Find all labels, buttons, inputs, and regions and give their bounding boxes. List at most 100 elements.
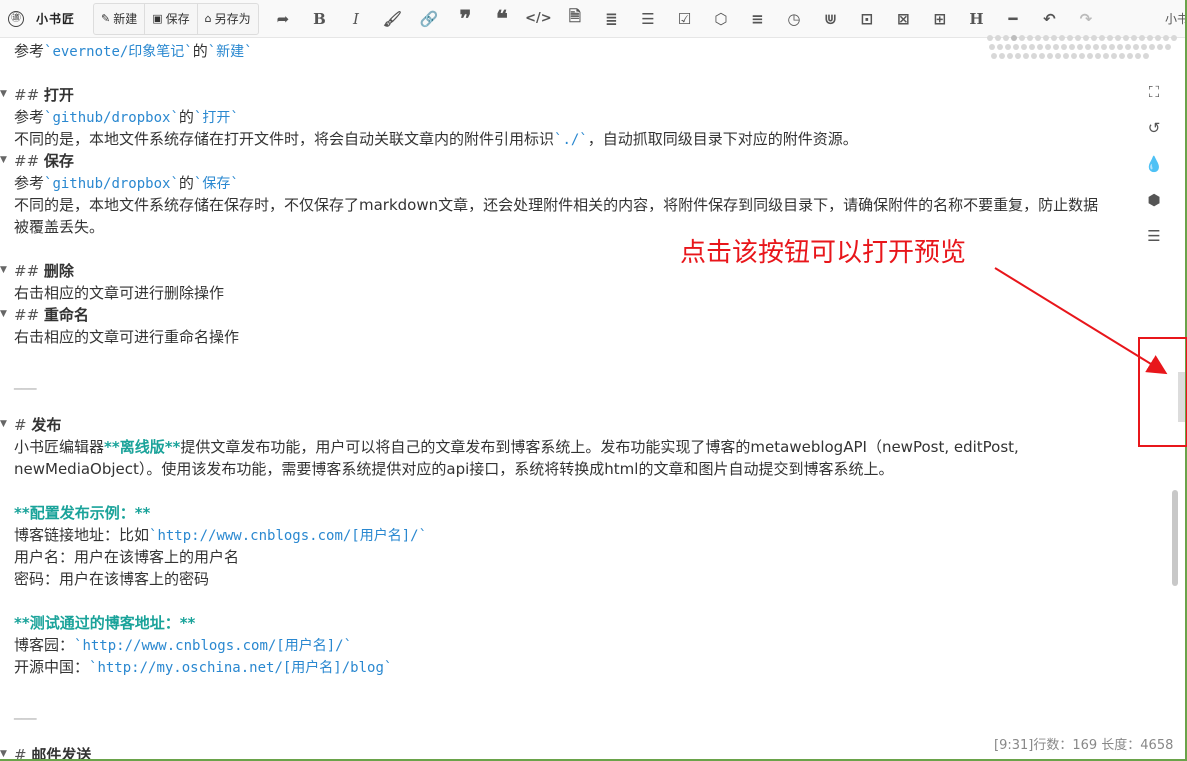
html5-icon[interactable]: ⬡ [703,0,740,38]
undo-icon[interactable]: ↶ [1031,0,1068,38]
history-icon[interactable]: ↺ [1144,110,1164,146]
fold-toggle-icon[interactable]: ▼ [0,89,7,99]
text: 不同的是，本地文件系统存储在打开文件时，将会自动关联文章内的附件引用标识 [14,130,555,148]
quote-right-icon[interactable]: ❞ [447,0,484,38]
text: 右击相应的文章可进行重命名操作 [14,328,240,346]
editor-line: **测试通过的博客地址：** [14,612,195,634]
theme-drop-icon[interactable]: 💧 [1144,146,1164,182]
heading-line: ## 打开 [14,84,74,106]
image-crop-icon[interactable]: ⊠ [885,0,922,38]
heading-line: ## 重命名 [14,304,89,326]
text: 提供文章发布功能，用户可以将自己的文章发布到博客系统上。发布功能实现了博客的me… [180,438,1019,456]
editor-line: 右击相应的文章可进行重命名操作 [14,326,239,348]
inline-code: `新建` [207,44,253,60]
text: 开源中国： [14,658,90,676]
markdown-editor[interactable]: 参考`evernote/印象笔记`的`新建` ▼ ## 打开 参考`github… [0,39,1172,761]
drive-icon: ⌂ [204,12,212,25]
editor-line: 参考`evernote/印象笔记`的`新建` [14,40,253,62]
editor-line: 密码：用户在该博客上的密码 [14,568,209,590]
edit-icon: ✎ [101,12,111,25]
text: 用户名：用户在该博客上的用户名 [14,548,240,566]
cube-icon[interactable]: ⬢ [1144,182,1164,218]
editor-line: 博客园：`http://www.cnblogs.com/[用户名]/` [14,634,352,656]
link-icon[interactable]: 🔗 [411,0,448,38]
heading-text: 删除 [43,262,74,280]
inline-code: `github/dropbox` [44,176,179,192]
bold-text: **离线版** [104,438,181,456]
logo-icon: ㊜ [8,10,24,27]
bold-icon[interactable]: B [301,0,338,38]
heading-line: ## 删除 [14,260,74,282]
new-button[interactable]: ✎ 新建 [94,3,146,34]
heading-text: 发布 [31,416,62,434]
heading-icon[interactable]: H [958,0,995,38]
save-button[interactable]: ▣ 保存 [145,3,198,34]
save-as-button[interactable]: ⌂ 另存为 [198,4,258,34]
inline-code: `保存` [193,176,239,192]
text: 参考 [14,174,45,192]
horizontal-rule: ___ [14,372,37,390]
heading-mark: ## [14,262,40,280]
status-bar: [9:31]行数：169 长度：4658 [994,738,1174,753]
editor-line: 被覆盖丢失。 [14,216,104,238]
magnet-icon[interactable]: ⋓ [812,0,849,38]
editor-line: 不同的是，本地文件系统存储在保存时，不仅保存了markdown文章，还会处理附件… [14,194,1098,216]
file-button-group: ✎ 新建 ▣ 保存 ⌂ 另存为 [93,2,259,35]
fold-toggle-icon[interactable]: ▼ [0,155,7,165]
fullscreen-icon[interactable]: ⛶ [1144,74,1164,110]
user-menu[interactable]: 小书 [1165,10,1187,27]
inline-code: `evernote/印象笔记` [44,44,193,60]
fold-toggle-icon[interactable]: ▼ [0,309,7,319]
editor-line: 开源中国：`http://my.oschina.net/[用户名]/blog` [14,656,392,678]
text: 的 [178,174,194,192]
heading-mark: # [14,416,27,434]
text: 的 [178,108,194,126]
editor-line: 右击相应的文章可进行删除操作 [14,282,224,304]
horizontal-rule-icon[interactable]: ━ [995,0,1032,38]
save-as-label: 另存为 [214,12,251,26]
new-label: 新建 [113,12,138,26]
brush-icon[interactable]: 🖌 [374,0,411,38]
text: 的 [192,42,208,60]
fold-toggle-icon[interactable]: ▼ [0,265,7,275]
table-icon[interactable]: ⊞ [922,0,959,38]
redo-icon[interactable]: ↷ [1068,0,1105,38]
fold-toggle-icon[interactable]: ▼ [0,419,7,429]
format-tools: ➦ B I 🖌 🔗 ❞ ❝ </> 🗎 ≣ ☰ ☑ ⬡ ≡ ◷ ⋓ ⊡ ⊠ ⊞ … [265,0,1105,38]
file-code-icon[interactable]: 🗎 [557,0,594,38]
share-icon[interactable]: ➦ [265,0,302,38]
horizontal-rule: ___ [14,702,37,720]
image-edit-icon[interactable]: ⊡ [849,0,886,38]
inline-code: `打开` [193,110,239,126]
editor-line: 参考`github/dropbox`的`保存` [14,172,239,194]
editor-line: 不同的是，本地文件系统存储在打开文件时，将会自动关联文章内的附件引用标识`./`… [14,128,858,150]
text: 密码：用户在该博客上的密码 [14,570,210,588]
heading-mark: ## [14,306,40,324]
italic-icon[interactable]: I [338,0,375,38]
align-icon[interactable]: ≡ [739,0,776,38]
text: newMediaObject）。使用该发布功能，需要博客系统提供对应的api接口… [14,460,894,478]
text: ，自动抓取同级目录下对应的附件资源。 [587,130,858,148]
ordered-list-icon[interactable]: ≣ [593,0,630,38]
annotation-text: 点击该按钮可以打开预览 [680,238,967,268]
text: 小书匠编辑器 [14,438,105,456]
menu-icon[interactable]: ☰ [1144,218,1164,254]
quote-left-icon[interactable]: ❝ [484,0,521,38]
editor-line: 参考`github/dropbox`的`打开` [14,106,239,128]
text: 参考 [14,42,45,60]
code-icon[interactable]: </> [520,0,557,38]
editor-scrollbar[interactable] [1172,490,1178,586]
heading-line: ## 保存 [14,150,74,172]
brand: ㊜ 小书匠 [0,0,75,38]
inline-code: `github/dropbox` [44,110,179,126]
inline-code: `./` [554,132,588,148]
fold-toggle-icon[interactable]: ▼ [0,749,7,759]
unordered-list-icon[interactable]: ☰ [630,0,667,38]
bold-text: **配置发布示例：** [14,504,151,522]
task-list-icon[interactable]: ☑ [666,0,703,38]
editor-line: 小书匠编辑器**离线版**提供文章发布功能，用户可以将自己的文章发布到博客系统上… [14,436,1019,458]
editor-line: 博客链接地址：比如`http://www.cnblogs.com/[用户名]/` [14,524,427,546]
clock-icon[interactable]: ◷ [776,0,813,38]
text: 不同的是，本地文件系统存储在保存时，不仅保存了markdown文章，还会处理附件… [14,196,1099,214]
inline-code: `http://my.oschina.net/[用户名]/blog` [89,660,393,676]
